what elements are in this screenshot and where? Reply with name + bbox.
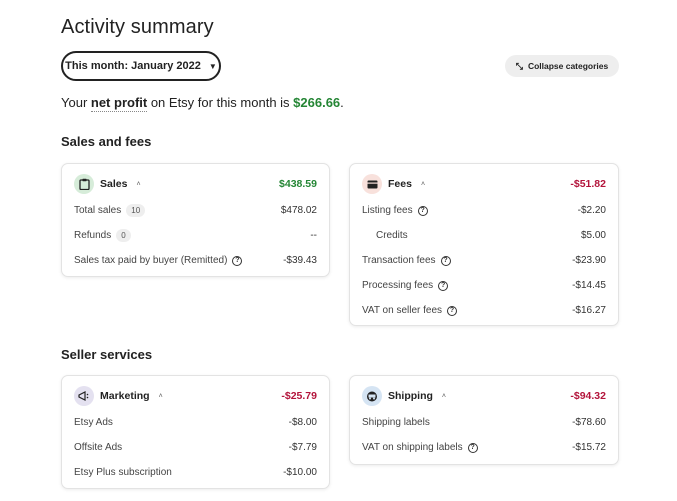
row-value: -$14.45: [572, 280, 606, 291]
fees-card: Fees ˄ -$51.82 Listing fees? -$2.20 Cred…: [349, 163, 619, 326]
section-title-seller-services: Seller services: [61, 347, 153, 362]
table-row: Etsy Ads -$8.00: [74, 410, 317, 435]
sales-category-toggle[interactable]: Sales ˄: [74, 174, 141, 194]
row-label: Total sales: [74, 205, 122, 216]
profit-middle: on Etsy for this month is: [147, 95, 294, 110]
row-label: Listing fees: [362, 205, 413, 216]
row-value: -$7.79: [288, 442, 317, 453]
row-value: -$10.00: [283, 467, 317, 478]
shipping-total: -$94.32: [570, 390, 606, 402]
section-title-sales-fees: Sales and fees: [61, 134, 152, 149]
chevron-up-icon: ˄: [158, 392, 163, 400]
row-label: Processing fees: [362, 280, 434, 291]
megaphone-icon: [74, 386, 94, 406]
net-profit-amount: $266.66: [293, 95, 341, 110]
row-label: Etsy Plus subscription: [74, 467, 172, 478]
row-label: Credits: [376, 230, 408, 241]
help-icon[interactable]: ?: [467, 442, 478, 453]
row-label: Offsite Ads: [74, 442, 123, 453]
chevron-up-icon: ˄: [441, 392, 447, 400]
table-row: Transaction fees? -$23.90: [362, 248, 606, 273]
row-value: -$78.60: [572, 417, 606, 428]
table-row: Refunds 0 --: [74, 223, 317, 248]
count-badge: 10: [126, 204, 146, 217]
shipping-card: Shipping ˄ -$94.32 Shipping labels -$78.…: [349, 375, 619, 465]
shipping-label: Shipping: [388, 390, 433, 402]
table-row: Shipping labels -$78.60: [362, 410, 606, 435]
help-icon[interactable]: ?: [232, 255, 243, 266]
row-value: $478.02: [280, 205, 317, 216]
count-badge: 0: [116, 229, 131, 242]
row-label: VAT on shipping labels: [362, 442, 463, 453]
sales-card: Sales ˄ $438.59 Total sales 10 $478.02 Re…: [61, 163, 330, 277]
row-label: VAT on seller fees: [362, 305, 443, 316]
row-label: Shipping labels: [362, 417, 430, 428]
page-title: Activity summary: [61, 16, 214, 38]
collapse-categories-button[interactable]: ⤡ Collapse categories: [505, 55, 619, 77]
table-row: Credits $5.00: [362, 223, 606, 248]
help-icon[interactable]: ?: [417, 205, 428, 216]
marketing-category-toggle[interactable]: Marketing ˄: [74, 386, 163, 406]
row-label: Refunds: [74, 230, 112, 241]
fees-category-toggle[interactable]: Fees ˄: [362, 174, 425, 194]
row-label: Etsy Ads: [74, 417, 113, 428]
table-row: VAT on seller fees? -$16.27: [362, 298, 606, 323]
row-value: --: [310, 230, 317, 241]
sales-total: $438.59: [279, 178, 317, 190]
table-row: Listing fees? -$2.20: [362, 198, 606, 223]
collapse-categories-label: Collapse categories: [527, 61, 609, 71]
credit-card-icon: [362, 174, 382, 194]
marketing-label: Marketing: [100, 390, 150, 402]
help-icon[interactable]: ?: [447, 305, 458, 316]
fees-total: -$51.82: [570, 178, 606, 190]
table-row: Sales tax paid by buyer (Remitted)? -$39…: [74, 248, 317, 273]
chevron-up-icon: ˄: [136, 180, 141, 188]
caret-down-icon: ▼: [208, 61, 217, 71]
chevron-up-icon: ˄: [420, 180, 426, 188]
profit-suffix: .: [340, 95, 344, 110]
net-profit-summary: Your net profit on Etsy for this month i…: [61, 95, 344, 112]
shipping-truck-icon: [362, 386, 382, 406]
table-row: Processing fees? -$14.45: [362, 273, 606, 298]
row-label: Sales tax paid by buyer (Remitted): [74, 255, 228, 266]
sales-label: Sales: [100, 178, 128, 190]
row-value: $5.00: [580, 230, 606, 241]
marketing-card: Marketing ˄ -$25.79 Etsy Ads -$8.00 Offs…: [61, 375, 330, 489]
help-icon[interactable]: ?: [438, 280, 449, 291]
clipboard-icon: [74, 174, 94, 194]
month-filter-dropdown[interactable]: This month: January 2022 ▼: [61, 51, 221, 81]
table-row: Offsite Ads -$7.79: [74, 435, 317, 460]
month-filter-label: This month: January 2022: [65, 60, 201, 72]
table-row: Total sales 10 $478.02: [74, 198, 317, 223]
row-value: -$2.20: [577, 205, 606, 216]
help-icon[interactable]: ?: [440, 255, 451, 266]
shipping-category-toggle[interactable]: Shipping ˄: [362, 386, 446, 406]
fees-label: Fees: [388, 178, 412, 190]
row-value: -$23.90: [572, 255, 606, 266]
collapse-arrows-icon: ⤡: [515, 60, 523, 71]
profit-prefix: Your: [61, 95, 91, 110]
row-value: -$16.27: [572, 305, 606, 316]
marketing-total: -$25.79: [281, 390, 317, 402]
row-label: Transaction fees: [362, 255, 436, 266]
net-profit-term[interactable]: net profit: [90, 95, 148, 112]
row-value: -$39.43: [283, 255, 317, 266]
row-value: -$15.72: [572, 442, 606, 453]
table-row: Etsy Plus subscription -$10.00: [74, 460, 317, 485]
table-row: VAT on shipping labels? -$15.72: [362, 435, 606, 460]
row-value: -$8.00: [288, 417, 317, 428]
